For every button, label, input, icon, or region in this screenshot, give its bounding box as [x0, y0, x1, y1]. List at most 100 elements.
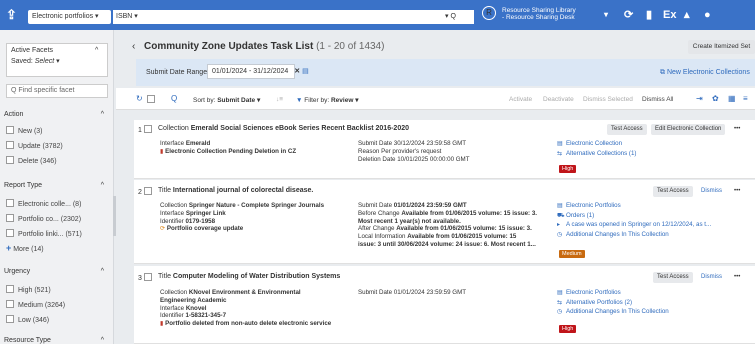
dismiss-button[interactable]: Dismiss — [697, 272, 726, 283]
checkbox[interactable] — [6, 285, 14, 293]
resource-sharing-icon[interactable]: R — [482, 6, 496, 20]
more-actions-icon[interactable]: ••• — [730, 186, 744, 197]
electronic-portfolios-link[interactable]: ▤ Electronic Portfolios — [557, 288, 669, 298]
swap-icon: ⇆ — [557, 149, 563, 157]
pin-icon[interactable]: ▴ — [684, 9, 690, 21]
more-facets-link[interactable]: + More (14) — [6, 243, 44, 253]
facet-item[interactable]: Electronic colle... (8) — [6, 199, 81, 208]
electronic-portfolios-link[interactable]: ▤ Electronic Portfolios — [557, 201, 711, 211]
dismiss-selected-button[interactable]: Dismiss Selected — [583, 96, 633, 103]
test-access-button[interactable]: Test Access — [653, 186, 693, 197]
search-button[interactable]: ▾ Q — [445, 10, 473, 24]
facet-section-resource-type[interactable]: Resource Type ^ — [4, 337, 108, 344]
checkbox[interactable] — [6, 315, 14, 323]
layout-icon[interactable]: ▦ — [728, 94, 736, 103]
checkbox[interactable] — [6, 141, 14, 149]
dismiss-all-button[interactable]: Dismiss All — [642, 96, 673, 103]
alma-logo-icon[interactable]: ⇪ — [6, 8, 17, 22]
test-access-button[interactable]: Test Access — [653, 272, 693, 283]
search-icon[interactable]: Q — [171, 94, 177, 103]
row-title[interactable]: Collection Emerald Social Sciences eBook… — [158, 125, 409, 132]
chevron-up-icon: ^ — [100, 182, 104, 189]
search-scope-dropdown[interactable]: Electronic portfolios ▾ — [28, 10, 111, 24]
facet-item[interactable]: Low (346) — [6, 315, 49, 324]
row-links: ▤ Electronic Collection ⇆ Alternative Coll… — [557, 139, 637, 158]
row-meta: Submit Date 01/01/2024 23:59:59 GMT Befo… — [358, 202, 537, 249]
facet-item[interactable]: New (3) — [6, 126, 43, 135]
sort-direction-icon[interactable]: ↓≡ — [276, 96, 283, 103]
facet-item[interactable]: Portfolio co... (2302) — [6, 214, 81, 223]
checkbox[interactable] — [6, 229, 14, 237]
list-view-icon[interactable]: ≡ — [743, 94, 748, 103]
more-actions-icon[interactable]: ••• — [730, 272, 744, 283]
external-link-icon: ⧉ — [660, 69, 665, 76]
date-range-value: 01/01/2024 - 31/12/2024 — [212, 68, 289, 75]
chevron-up-icon[interactable]: ^ — [95, 47, 98, 54]
test-access-button[interactable]: Test Access — [607, 124, 647, 135]
additional-changes-link[interactable]: ◷ Additional Changes In This Collection — [557, 230, 711, 240]
warning-line: ⟳ Portfolio coverage update — [160, 225, 324, 233]
select-all-checkbox[interactable] — [147, 95, 159, 104]
user-icon[interactable]: ● — [704, 9, 711, 21]
dismiss-button[interactable]: Dismiss — [697, 186, 726, 197]
checkbox[interactable] — [6, 126, 14, 134]
row-checkbox[interactable] — [143, 273, 152, 281]
link-text: Electronic Collection — [566, 140, 623, 147]
calendar-icon[interactable]: ▤ — [302, 68, 309, 75]
facet-item[interactable]: Delete (346) — [6, 156, 57, 165]
checkbox[interactable] — [6, 156, 14, 164]
facet-scrollbar[interactable] — [113, 196, 116, 236]
date-range-input[interactable]: 01/01/2024 - 31/12/2024 ✕ ▤ — [207, 64, 309, 79]
clear-icon[interactable]: ✕ — [294, 68, 300, 75]
clipboard-icon[interactable]: ▮ — [646, 9, 652, 21]
edit-electronic-collection-button[interactable]: Edit Electronic Collection — [651, 124, 726, 135]
facet-item[interactable]: High (521) — [6, 285, 51, 294]
electronic-collection-link[interactable]: ▤ Electronic Collection — [557, 139, 637, 149]
facet-item[interactable]: Medium (3264) — [6, 300, 65, 309]
current-location[interactable]: Resource Sharing Library - Resource Shar… — [502, 7, 602, 21]
row-checkbox[interactable] — [143, 187, 152, 195]
deactivate-button[interactable]: Deactivate — [543, 96, 574, 103]
facet-section-action[interactable]: Action ^ — [4, 111, 108, 118]
refresh-icon[interactable]: ↻ — [136, 94, 143, 103]
alternative-portfolios-link[interactable]: ⇆ Alternative Portfolios (2) — [557, 298, 669, 308]
alternative-collections-link[interactable]: ⇆ Alternative Collections (1) — [557, 149, 637, 159]
checkbox[interactable] — [147, 95, 155, 103]
ex-libris-icon[interactable]: Ex — [663, 9, 676, 21]
find-facet-input[interactable]: Q Find specific facet — [6, 84, 108, 98]
additional-changes-link[interactable]: ◷ Additional Changes In This Collection — [557, 307, 669, 317]
detail-key: Collection — [160, 202, 188, 209]
row-details: Collection KNovel Environment & Environm… — [160, 289, 331, 328]
facet-section-urgency[interactable]: Urgency ^ — [4, 268, 108, 275]
checkbox[interactable] — [6, 300, 14, 308]
checkbox[interactable] — [6, 214, 14, 222]
facet-item[interactable]: Portfolio linki... (571) — [6, 229, 82, 238]
create-itemized-set-button[interactable]: Create Itemized Set — [688, 40, 755, 54]
detail-line: Interface Emerald — [160, 140, 296, 148]
export-icon[interactable]: ⇥ — [696, 94, 703, 103]
sort-control[interactable]: Sort by: Submit Date ▾ — [193, 96, 260, 104]
orders-link[interactable]: ⛟Orders (1) — [557, 211, 711, 221]
facet-section-report-type[interactable]: Report Type ^ — [4, 182, 108, 189]
row-meta: Submit Date 30/12/2024 23:59:58 GMT Reas… — [358, 140, 469, 163]
meta-key: Reason — [358, 147, 380, 155]
row-title[interactable]: Title International journal of colorecta… — [158, 187, 313, 194]
filter-control[interactable]: ▼ Filter by: Review ▾ — [296, 96, 358, 104]
location-caret-icon[interactable]: ▾ — [604, 9, 608, 21]
plus-icon: + — [6, 243, 12, 253]
row-title[interactable]: Title Computer Modeling of Water Distrib… — [158, 273, 340, 280]
row-checkbox[interactable] — [143, 125, 152, 133]
activate-button[interactable]: Activate — [509, 96, 532, 103]
desk-name: - Resource Sharing Desk — [502, 14, 575, 21]
more-actions-icon[interactable]: ••• — [730, 124, 744, 135]
gear-icon[interactable]: ✿ — [712, 94, 719, 103]
checkbox[interactable] — [6, 199, 14, 207]
new-electronic-collections-link[interactable]: ⧉ New Electronic Collections — [660, 69, 750, 77]
case-opened-link[interactable]: ▸ A case was opened in Springer on 12/12/… — [557, 220, 711, 230]
meta-key: Local Information — [358, 233, 406, 241]
facet-item[interactable]: Update (3782) — [6, 141, 63, 150]
search-type-dropdown[interactable]: ISBN ▾ — [113, 10, 474, 24]
back-arrow-icon[interactable]: ‹ — [132, 42, 135, 52]
saved-facets[interactable]: Saved: Select ▾ — [11, 57, 60, 65]
tasks-icon[interactable]: ⟳ — [624, 9, 633, 21]
